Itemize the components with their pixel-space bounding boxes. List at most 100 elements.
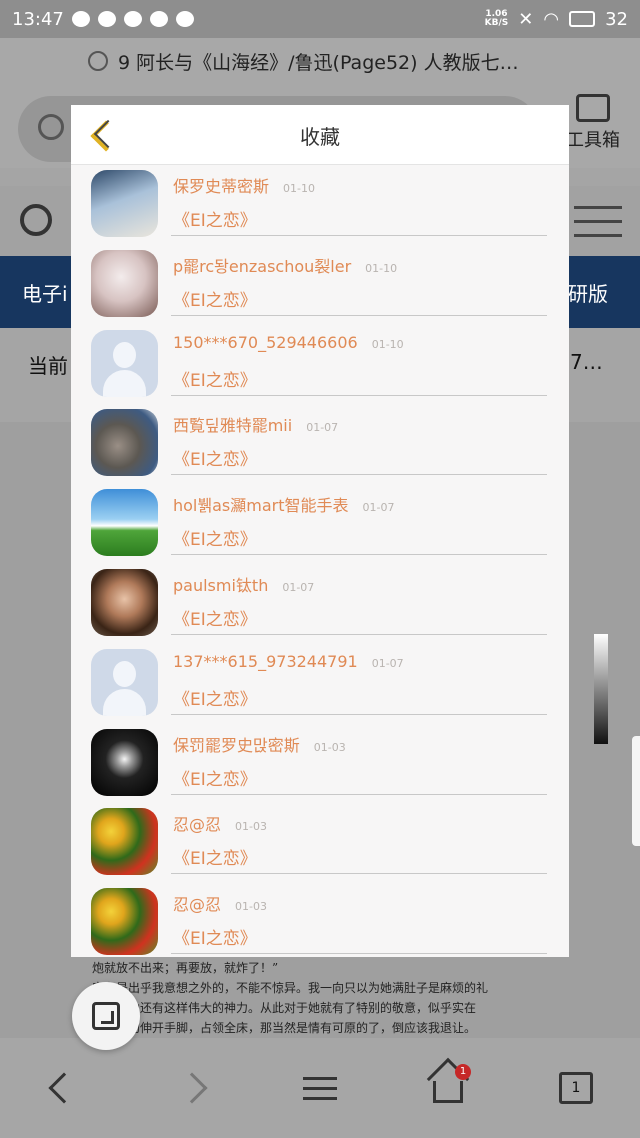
divider — [171, 633, 547, 635]
band-left-text[interactable]: 电子i — [22, 278, 68, 307]
site-search-icon[interactable] — [20, 204, 52, 236]
hamburger-icon — [303, 1070, 337, 1107]
net-speed-unit: KB/S — [484, 18, 509, 28]
list-item[interactable]: hol뷁as灦mart智能手表 01-07 《EI之恋》 — [71, 486, 569, 566]
divider — [171, 713, 547, 715]
tabs-button[interactable]: 1 — [546, 1060, 606, 1116]
avatar[interactable] — [91, 409, 158, 477]
user-name: p罷rc돵enzaschou裂ler — [173, 256, 352, 276]
item-date: 01-07 — [362, 501, 395, 515]
avatar[interactable] — [91, 728, 158, 796]
item-date: 01-03 — [235, 900, 267, 914]
list-item[interactable]: 保罗史蒂密斯 01-10 《EI之恋》 — [71, 167, 569, 247]
item-date: 01-10 — [283, 182, 315, 195]
current-right-text: 7… — [570, 350, 603, 374]
divider — [171, 953, 547, 955]
user-name: 忍@忍 — [173, 895, 222, 915]
list-item[interactable]: 保罚罷罗史맍密斯 01-03 《EI之恋》 — [71, 726, 569, 806]
list-item[interactable]: 忍@忍 01-03 《EI之恋》 — [71, 805, 569, 885]
modal-title: 收藏 — [300, 125, 340, 149]
mute-icon: ✕ — [518, 8, 534, 30]
list-item[interactable]: 150***670_529446606 01-10 《EI之恋》 — [71, 327, 569, 407]
user-name: 137***615_973244791 — [173, 651, 358, 671]
scrollbar-thumb[interactable] — [632, 736, 640, 846]
item-header: 137***615_973244791 01-07 — [173, 652, 404, 671]
avatar[interactable] — [91, 329, 158, 397]
item-date: 01-03 — [313, 740, 346, 754]
user-name: 忍@忍 — [173, 815, 222, 835]
wifi-icon: ◠ — [543, 8, 560, 30]
band-right-text[interactable]: 研版 — [568, 278, 608, 307]
search-icon — [38, 114, 64, 140]
avatar[interactable] — [91, 249, 158, 317]
item-date: 01-07 — [306, 421, 339, 435]
book-title[interactable]: 《EI之恋》 — [173, 525, 257, 550]
doc-line: 实在是出乎我意想之外的，不能不惊异。我一向只以为她满肚子是麻烦的礼 — [92, 981, 489, 995]
list-item[interactable]: p罷rc돵enzaschou裂ler 01-10 《EI之恋》 — [71, 247, 569, 327]
forward-button[interactable] — [162, 1060, 222, 1116]
book-title[interactable]: 《EI之恋》 — [173, 366, 257, 391]
list-item[interactable]: paulsmi钛th 01-07 《EI之恋》 — [71, 566, 569, 646]
item-header: paulsmi钛th 01-07 — [173, 572, 314, 596]
avatar[interactable] — [91, 170, 158, 237]
book-title[interactable]: 《EI之恋》 — [173, 286, 257, 311]
book-title[interactable]: 《EI之恋》 — [173, 605, 257, 630]
resize-icon — [92, 1002, 120, 1030]
book-title[interactable]: 《EI之恋》 — [173, 924, 257, 949]
list-item[interactable]: 忍@忍 01-03 《EI之恋》 — [71, 885, 569, 957]
current-left-text: 当前 — [28, 354, 68, 378]
item-header: 忍@忍 01-03 — [173, 891, 267, 915]
item-date: 01-10 — [365, 261, 398, 275]
item-date: 01-07 — [371, 656, 404, 670]
tabs-icon: 1 — [559, 1072, 593, 1104]
back-arrow-icon — [48, 1072, 80, 1104]
avatar[interactable] — [91, 489, 158, 557]
item-header: p罷rc돵enzaschou裂ler 01-10 — [173, 253, 397, 277]
menu-button[interactable] — [290, 1060, 350, 1116]
avatar[interactable] — [91, 568, 158, 636]
chat-icon — [123, 11, 142, 27]
user-name: 西覧딮雅特罷mii — [173, 416, 293, 436]
toolbox-label: 工具箱 — [566, 130, 620, 151]
book-title[interactable]: 《EI之恋》 — [173, 844, 257, 869]
divider — [171, 394, 547, 396]
list-item[interactable]: 137***615_973244791 01-07 《EI之恋》 — [71, 646, 569, 726]
weibo-icon — [97, 11, 116, 27]
toolbox-icon — [576, 94, 610, 122]
avatar[interactable] — [91, 648, 158, 716]
battery-icon — [569, 11, 596, 27]
gray-scale-strip — [594, 634, 608, 744]
divider — [171, 474, 547, 476]
divider — [171, 873, 547, 875]
item-header: 保罚罷罗史맍密斯 01-03 — [173, 732, 346, 756]
book-title[interactable]: 《EI之恋》 — [173, 765, 257, 790]
battery-level: 32 — [605, 8, 628, 30]
forward-arrow-icon — [176, 1072, 208, 1104]
item-header: 忍@忍 01-03 — [173, 811, 267, 835]
user-name: paulsmi钛th — [173, 575, 269, 595]
book-title[interactable]: 《EI之恋》 — [173, 685, 257, 710]
item-header: 150***670_529446606 01-10 — [173, 333, 404, 352]
avatar[interactable] — [91, 888, 158, 956]
status-bar: 13:47 1.06 KB/S ✕ ◠ 32 — [0, 0, 640, 38]
globe-icon — [88, 51, 108, 71]
document-text: 炮就放不出来；再要放，就炸了！” 实在是出乎我意想之外的，不能不惊异。我一向只以… — [92, 958, 522, 1038]
user-name: 150***670_529446606 — [173, 332, 358, 352]
book-title[interactable]: 《EI之恋》 — [173, 206, 257, 231]
divider — [171, 793, 547, 795]
list-item[interactable]: 西覧딮雅特罷mii 01-07 《EI之恋》 — [71, 406, 569, 486]
modal-header: 收藏 — [71, 105, 569, 165]
page-title: 9 阿长与《山海经》/鲁迅(Page52) 人教版七… — [118, 51, 519, 74]
toolbox-button[interactable]: 工具箱 — [560, 94, 626, 152]
menu-icon[interactable] — [574, 206, 622, 248]
status-time: 13:47 — [12, 8, 64, 30]
bottom-nav: 1 — [0, 1038, 640, 1138]
item-date: 01-03 — [235, 820, 267, 834]
user-name: 保罗史蒂密斯 — [173, 177, 270, 196]
back-button[interactable] — [34, 1060, 94, 1116]
avatar[interactable] — [91, 808, 158, 876]
book-title[interactable]: 《EI之恋》 — [173, 445, 257, 470]
divider — [171, 314, 547, 316]
floating-window-button[interactable] — [72, 982, 140, 1050]
item-header: 保罗史蒂密斯 01-10 — [173, 173, 315, 197]
